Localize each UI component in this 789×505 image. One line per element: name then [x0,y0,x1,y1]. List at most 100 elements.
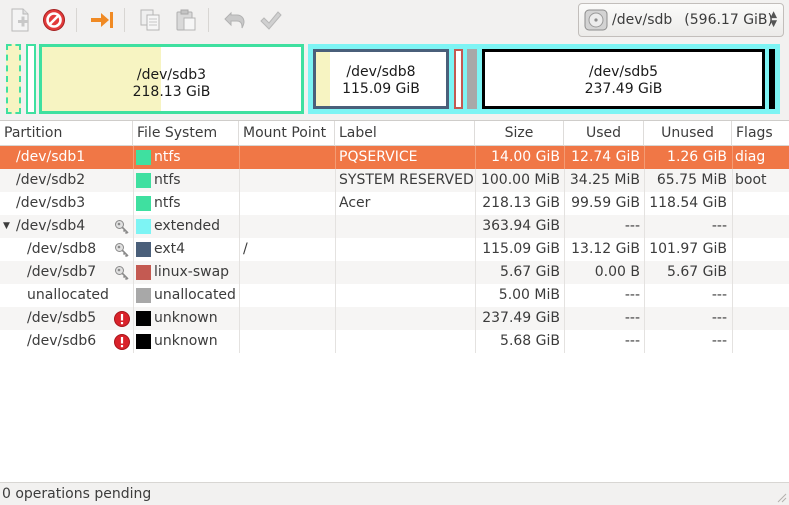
filesystem-color-swatch [136,334,151,349]
used-cell: --- [624,333,640,349]
checkmark-icon [260,11,282,30]
paste-button[interactable] [172,6,200,34]
key-icon [115,266,129,281]
used-cell: --- [624,287,640,303]
used-cell: 12.74 GiB [571,149,640,165]
column-divider [335,192,336,215]
toolbar-separator [124,8,125,32]
toolbar-separator [76,8,77,32]
table-row[interactable]: /dev/sdb3 ntfs Acer 218.13 GiB 99.59 GiB 118.… [0,192,789,215]
column-divider [133,215,134,238]
table-row[interactable]: /dev/sdb5 unknown 237.49 GiB --- --- [0,307,789,330]
filesystem-color-swatch [136,196,151,211]
toolbar-separator [208,8,209,32]
column-divider [732,307,733,330]
dropdown-arrows-icon: ▲ ▼ [770,10,777,29]
graph-partition-name: /dev/sdb5 [588,64,659,80]
partition-cell: /dev/sdb2 [16,172,86,188]
table-row[interactable]: ▼ /dev/sdb4 extended 363.94 GiB --- --- [0,215,789,238]
size-cell: 14.00 GiB [491,149,560,165]
device-name: /dev/sdb [612,12,673,28]
unused-cell: 1.26 GiB [667,149,727,165]
copy-icon [140,9,160,31]
filesystem-cell: ntfs [154,149,181,165]
table-row[interactable]: /dev/sdb1 ntfs PQSERVICE 14.00 GiB 12.74 GiB… [0,146,789,169]
device-size: (596.17 GiB) [684,12,773,28]
graph-partition-sdb6[interactable] [769,49,775,109]
table-row[interactable]: unallocated unallocated 5.00 MiB --- --- [0,284,789,307]
size-cell: 5.68 GiB [500,333,560,349]
column-divider [335,238,336,261]
filesystem-color-swatch [136,219,151,234]
column-divider [239,261,240,284]
label-cell [339,307,473,330]
column-divider [732,192,733,215]
undo-button[interactable] [220,6,248,34]
column-header-label[interactable]: Label [335,121,475,146]
label-cell [339,215,473,238]
column-divider [335,330,336,353]
delete-partition-button[interactable] [40,6,68,34]
table-header: Partition File System Mount Point Label … [0,121,789,146]
label-cell [339,284,473,307]
mountpoint-cell: / [243,241,248,257]
filesystem-color-swatch [136,242,151,257]
graph-partition-sdb8[interactable]: /dev/sdb8 115.09 GiB [313,49,449,109]
resize-move-button[interactable] [88,6,116,34]
column-header-filesystem[interactable]: File System [133,121,239,146]
apply-button[interactable] [256,6,284,34]
column-divider [732,215,733,238]
table-row[interactable]: /dev/sdb8 ext4 / 115.09 GiB 13.12 GiB 101.97 … [0,238,789,261]
used-cell: --- [624,218,640,234]
column-header-unused[interactable]: Unused [644,121,732,146]
table-row[interactable]: /dev/sdb6 unknown 5.68 GiB --- --- [0,330,789,353]
column-header-flags[interactable]: Flags [732,121,789,146]
status-bar: 0 operations pending [0,482,789,505]
device-selector[interactable]: /dev/sdb (596.17 GiB) ▲ ▼ [578,3,784,37]
toolbar: /dev/sdb (596.17 GiB) ▲ ▼ [0,0,789,42]
resize-grip-icon[interactable] [775,491,787,503]
graph-partition-sdb3[interactable]: /dev/sdb3 218.13 GiB [39,44,304,114]
filesystem-cell: ntfs [154,195,181,211]
table-row[interactable]: /dev/sdb2 ntfs SYSTEM RESERVED 100.00 MiB 34… [0,169,789,192]
unused-cell: --- [711,310,727,326]
unused-cell: 118.54 GiB [649,195,727,211]
used-cell: 99.59 GiB [571,195,640,211]
column-header-size[interactable]: Size [475,121,564,146]
column-header-used[interactable]: Used [564,121,644,146]
graph-partition-sdb4[interactable]: /dev/sdb8 115.09 GiB /dev/sdb5 237.49 Gi… [308,44,780,114]
column-header-mountpoint[interactable]: Mount Point [239,121,335,146]
error-icon [114,334,130,350]
unused-cell: 65.75 MiB [656,172,727,188]
no-entry-icon [43,9,65,31]
flags-cell [735,238,787,261]
column-divider [335,169,336,192]
expander-arrow-icon[interactable]: ▼ [3,215,10,238]
column-divider [133,238,134,261]
used-cell: 13.12 GiB [571,241,640,257]
column-divider [239,238,240,261]
graph-partition-name: /dev/sdb8 [346,64,416,80]
column-header-partition[interactable]: Partition [0,121,133,146]
filesystem-cell: extended [154,218,221,234]
new-partition-button[interactable] [6,6,34,34]
graph-partition-sdb2[interactable] [26,44,36,114]
column-divider [335,261,336,284]
filesystem-cell: unknown [154,333,218,349]
column-divider [239,284,240,307]
graph-partition-sdb5[interactable]: /dev/sdb5 237.49 GiB [482,49,765,109]
table-row[interactable]: /dev/sdb7 linux-swap 5.67 GiB 0.00 B 5.67 Gi… [0,261,789,284]
column-divider [335,307,336,330]
copy-button[interactable] [136,6,164,34]
flags-cell [735,215,787,238]
new-document-icon [11,8,29,32]
column-divider [239,192,240,215]
used-cell: --- [624,310,640,326]
paste-icon [176,9,196,31]
graph-partition-sdb1[interactable] [6,44,21,114]
graph-unallocated[interactable] [467,49,477,109]
graph-partition-sdb7[interactable] [454,49,463,109]
label-cell [339,261,473,284]
column-divider [732,169,733,192]
column-divider [239,169,240,192]
